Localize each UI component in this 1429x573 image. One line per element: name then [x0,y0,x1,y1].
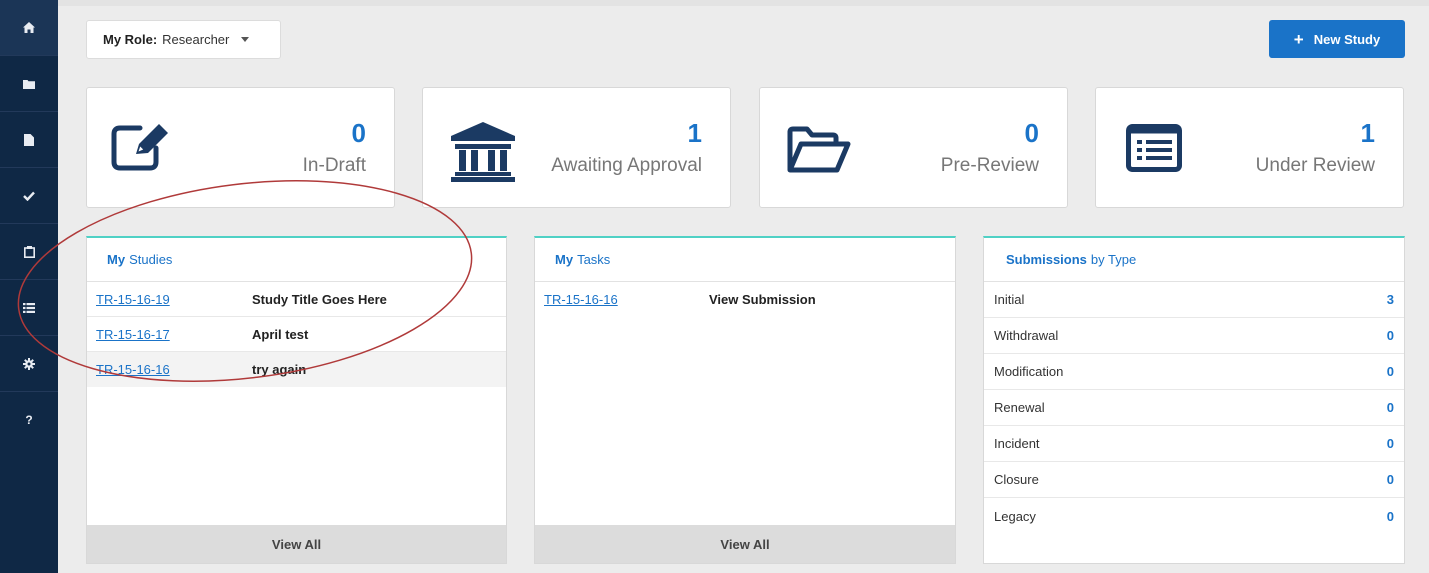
pre-review-label: Pre-Review [940,155,1039,176]
list-item[interactable]: Closure 0 [984,462,1404,498]
check-icon [23,191,35,201]
top-strip [58,0,1429,6]
sidebar-item-approvals[interactable] [0,168,58,224]
study-id-link[interactable]: TR-15-16-17 [87,327,252,342]
study-id-link[interactable]: TR-15-16-16 [87,362,252,377]
list-item[interactable]: Legacy 0 [984,498,1404,534]
list-item[interactable]: Withdrawal 0 [984,318,1404,354]
gear-icon [23,357,35,370]
submission-count: 0 [1386,436,1394,451]
home-icon [23,22,35,33]
submission-count: 0 [1386,472,1394,487]
folder-icon [23,79,35,89]
submission-count: 0 [1386,364,1394,379]
plus-icon: + [1293,29,1304,49]
list-alt-icon [1126,124,1182,172]
submission-type: Renewal [994,400,1045,415]
submission-count: 3 [1386,292,1394,307]
study-id-link[interactable]: TR-15-16-19 [87,292,252,307]
table-row: TR-15-16-19 Study Title Goes Here [87,282,506,317]
list-icon [23,302,35,313]
role-value: Researcher [162,32,230,47]
table-row: TR-15-16-16 try again [87,352,506,387]
panel-title-rest: Studies [129,252,173,267]
list-item[interactable]: Initial 3 [984,282,1404,318]
in-draft-count: 0 [351,118,366,148]
panel-title-bold: My [107,252,126,267]
panel-title-rest: Tasks [577,252,611,267]
stat-card-pre-review[interactable]: 0 Pre-Review [759,87,1068,208]
submission-type: Legacy [994,508,1036,524]
new-study-label: New Study [1313,31,1381,47]
panel-title-rest: by Type [1090,252,1137,267]
institution-icon [451,122,515,182]
task-id-link[interactable]: TR-15-16-16 [535,292,709,307]
folder-open-icon [787,126,851,173]
sidebar-item-home[interactable] [0,0,58,56]
submission-count: 0 [1386,508,1394,524]
document-icon [24,133,34,146]
table-row: TR-15-16-16 View Submission [535,282,955,317]
help-icon: ? [25,413,33,427]
my-studies-panel: My Studies TR-15-16-19 Study Title Goes … [86,236,507,564]
pre-review-count: 0 [1024,118,1039,148]
study-title: try again [252,362,307,377]
sidebar-item-folder[interactable] [0,56,58,112]
submission-type: Withdrawal [994,328,1059,343]
panel-title: Submissions by Type [984,238,1404,282]
sidebar-item-calendar[interactable] [0,224,58,280]
clipboard-icon [23,245,35,258]
under-review-count: 1 [1360,118,1375,148]
sidebar-item-list[interactable] [0,280,58,336]
list-item[interactable]: Renewal 0 [984,390,1404,426]
submission-type: Closure [994,472,1039,487]
new-study-button[interactable]: + New Study [1269,20,1405,58]
view-all-tasks-button[interactable]: View All [535,525,955,563]
task-title: View Submission [709,292,816,307]
panel-title: My Studies [87,238,506,282]
my-tasks-panel: My Tasks TR-15-16-16 View Submission Vie… [534,236,956,564]
sidebar-item-settings[interactable] [0,336,58,392]
submission-count: 0 [1386,328,1394,343]
role-label: My Role: [103,32,158,47]
role-selector[interactable]: My Role: Researcher [86,20,281,59]
view-all-studies-button[interactable]: View All [87,525,506,563]
submission-type: Initial [994,292,1025,307]
sidebar: ? [0,0,58,573]
submission-type: Modification [994,364,1064,379]
sidebar-item-document[interactable] [0,112,58,168]
in-draft-label: In-Draft [302,155,366,176]
caret-down-icon [241,37,250,42]
sidebar-item-help[interactable]: ? [0,392,58,448]
stat-card-awaiting-approval[interactable]: 1 Awaiting Approval [422,87,731,208]
under-review-label: Under Review [1255,155,1375,176]
panel-title-bold: My [555,252,574,267]
stat-card-under-review[interactable]: 1 Under Review [1095,87,1404,208]
list-item[interactable]: Modification 0 [984,354,1404,390]
submissions-by-type-panel: Submissions by Type Initial 3 Withdrawal 0… [983,236,1405,564]
table-row: TR-15-16-17 April test [87,317,506,352]
awaiting-approval-count: 1 [687,118,702,148]
study-title: April test [252,326,309,342]
submission-count: 0 [1386,400,1394,415]
list-item[interactable]: Incident 0 [984,426,1404,462]
submission-type: Incident [994,436,1040,451]
awaiting-approval-label: Awaiting Approval [551,155,702,176]
panel-title: My Tasks [535,238,955,282]
stat-card-in-draft[interactable]: 0 In-Draft [86,87,395,208]
panel-title-bold: Submissions [1006,252,1087,267]
study-title: Study Title Goes Here [252,291,387,307]
edit-icon [111,124,168,171]
